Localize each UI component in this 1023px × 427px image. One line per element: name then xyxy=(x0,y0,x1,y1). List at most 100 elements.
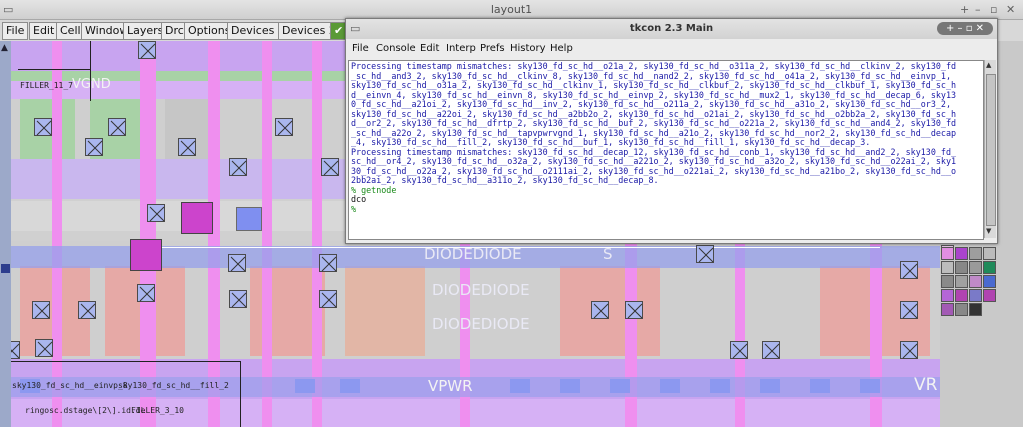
contact xyxy=(762,341,780,359)
label-diode-3: DIODEDIODE xyxy=(432,315,530,333)
metal-tab xyxy=(860,379,880,393)
cell-boundary xyxy=(240,361,241,427)
contact xyxy=(138,41,156,59)
layer-swatch[interactable] xyxy=(983,247,996,260)
layer-swatch[interactable] xyxy=(941,303,954,316)
contact xyxy=(34,118,52,136)
layer-swatch[interactable] xyxy=(969,289,982,302)
tkcon-scrollbar[interactable]: ▲ ▼ xyxy=(984,60,996,238)
li-stripe xyxy=(208,41,220,427)
metal-tab xyxy=(560,379,580,393)
layer-swatch[interactable] xyxy=(941,247,954,260)
tkcon-menubar: File Console Edit Interp Prefs History H… xyxy=(346,39,997,59)
layer-swatch[interactable] xyxy=(969,261,982,274)
layer-swatch[interactable] xyxy=(955,247,968,260)
li-stripe xyxy=(52,41,62,427)
tkcon-scroll-thumb[interactable] xyxy=(986,74,996,226)
metal-tab xyxy=(610,379,630,393)
li-stripe xyxy=(625,241,637,427)
vertical-scrollbar[interactable]: ▲ xyxy=(0,41,11,427)
tkcon-titlebar[interactable]: ▭ tkcon 2.3 Main + – ▫ ✕ xyxy=(346,19,997,40)
contact xyxy=(591,301,609,319)
li-stripe xyxy=(262,41,272,427)
layer-swatch[interactable] xyxy=(955,261,968,274)
layer-status-indicator[interactable]: ✔ xyxy=(330,22,346,40)
metal-tab xyxy=(710,379,730,393)
tk-menu-interp[interactable]: Interp xyxy=(446,43,476,54)
layer-swatch[interactable] xyxy=(969,247,982,260)
layer-swatch[interactable] xyxy=(983,261,996,274)
layer-swatch[interactable] xyxy=(983,275,996,288)
li-stripe xyxy=(312,41,322,427)
contact xyxy=(625,301,643,319)
magic-titlebar[interactable]: ▭ layout1 + – ▫ ✕ xyxy=(0,0,1023,20)
label-filler-bottom: FILLER_3_10 xyxy=(131,406,184,415)
contact xyxy=(178,138,196,156)
label-cell-fill: sky130_fd_sc_hd__fill_2 xyxy=(118,381,229,390)
cell-boundary xyxy=(18,69,90,70)
tk-menu-history[interactable]: History xyxy=(510,43,546,54)
close-icon[interactable]: ✕ xyxy=(1006,3,1015,16)
label-diode-2: DIODEDIODE xyxy=(432,281,530,299)
label-vr: VR xyxy=(914,375,938,395)
maximize-icon[interactable]: ▫ xyxy=(990,3,997,16)
contact xyxy=(35,339,53,357)
pin-icon[interactable]: + xyxy=(960,3,969,16)
minimize-icon[interactable]: – xyxy=(975,3,981,16)
layer-swatch[interactable] xyxy=(941,275,954,288)
menu-file[interactable]: File xyxy=(2,22,29,40)
layer-swatch[interactable] xyxy=(941,261,954,274)
contact xyxy=(730,341,748,359)
scroll-up-icon[interactable]: ▲ xyxy=(1,43,8,53)
contact xyxy=(696,245,714,263)
contact xyxy=(319,290,337,308)
tk-menu-edit[interactable]: Edit xyxy=(420,43,439,54)
via-block xyxy=(130,239,162,271)
menu-edit[interactable]: Edit xyxy=(29,22,59,40)
contact xyxy=(900,261,918,279)
tk-menu-help[interactable]: Help xyxy=(550,43,573,54)
tkcon-window: ▭ tkcon 2.3 Main + – ▫ ✕ File Console Ed… xyxy=(345,18,998,244)
metal-tab xyxy=(510,379,530,393)
label-vpwr: VPWR xyxy=(428,377,473,395)
layer-swatch[interactable] xyxy=(969,275,982,288)
layer-swatch[interactable] xyxy=(941,289,954,302)
label-filler-top: FILLER_11_7 xyxy=(20,81,73,90)
contact xyxy=(85,138,103,156)
cell-boundary xyxy=(0,361,240,362)
tkcon-output[interactable]: Processing timestamp mismatches: sky130_… xyxy=(348,60,984,240)
tk-menu-prefs[interactable]: Prefs xyxy=(480,43,505,54)
label-s: S xyxy=(603,245,613,263)
tk-menu-console[interactable]: Console xyxy=(376,43,416,54)
via-block xyxy=(181,202,213,234)
layer-swatch[interactable] xyxy=(955,275,968,288)
label-ringosc: ringosc.dstage\[2\].id.de xyxy=(25,406,146,415)
contact xyxy=(147,204,165,222)
metal-tab xyxy=(760,379,780,393)
tkcon-title: tkcon 2.3 Main xyxy=(629,23,714,34)
scroll-thumb[interactable] xyxy=(1,264,10,273)
contact xyxy=(228,254,246,272)
console-prompt[interactable]: % xyxy=(351,204,361,215)
tk-menu-file[interactable]: File xyxy=(352,43,369,54)
layer-swatch[interactable] xyxy=(955,303,968,316)
metal-tab xyxy=(810,379,830,393)
cell-boundary xyxy=(90,41,91,101)
label-vgnd: VGND xyxy=(72,77,111,92)
poly-region xyxy=(345,266,425,356)
tkcon-window-controls[interactable]: + – ▫ ✕ xyxy=(937,22,993,35)
contact xyxy=(108,118,126,136)
contact xyxy=(275,118,293,136)
label-cell-einvp: sky130_fd_sc_hd__einvp_8 xyxy=(12,381,128,390)
magic-title: layout1 xyxy=(490,3,533,16)
layer-swatch[interactable] xyxy=(983,289,996,302)
contact xyxy=(319,254,337,272)
li-stripe xyxy=(735,241,745,427)
scroll-down-icon[interactable]: ▼ xyxy=(986,227,991,235)
contact xyxy=(78,301,96,319)
layer-swatch[interactable] xyxy=(969,303,982,316)
scroll-up-icon[interactable]: ▲ xyxy=(986,61,991,69)
contact xyxy=(32,301,50,319)
contact xyxy=(900,341,918,359)
layer-swatch[interactable] xyxy=(955,289,968,302)
